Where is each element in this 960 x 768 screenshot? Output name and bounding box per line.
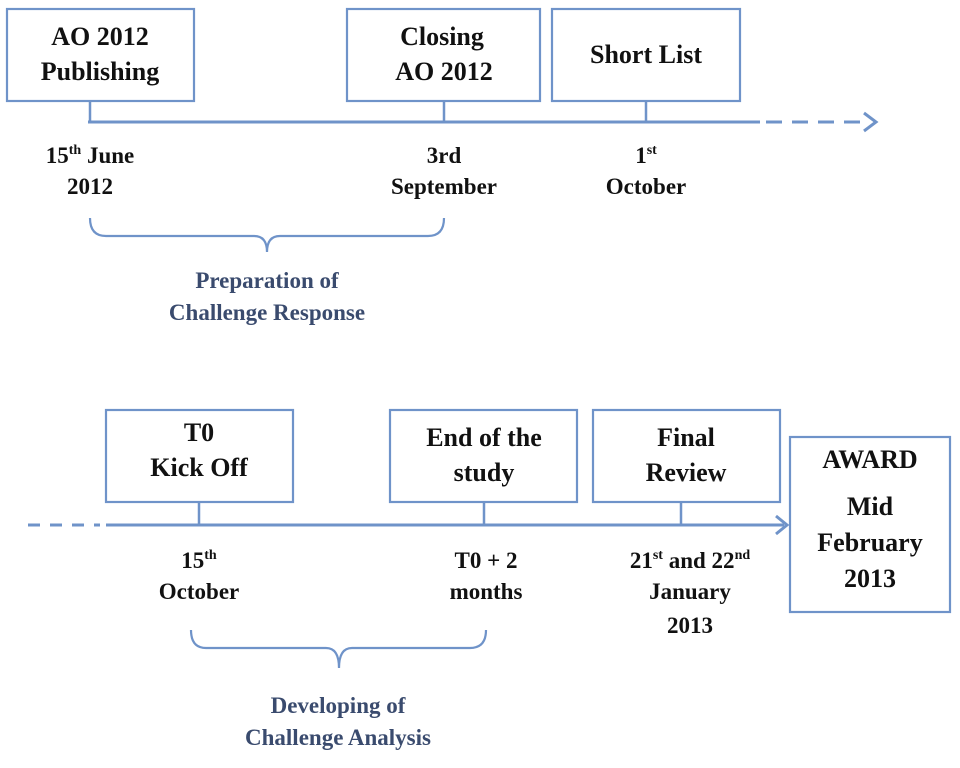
svg-text:2013: 2013	[844, 564, 896, 593]
phase-brace	[88, 217, 446, 253]
svg-text:Closing: Closing	[400, 22, 484, 51]
svg-text:study: study	[454, 458, 515, 487]
date-label: 1st	[635, 143, 657, 168]
milestone-final-review: Final Review	[591, 408, 782, 504]
phase-brace	[189, 629, 488, 669]
svg-text:T0: T0	[184, 418, 214, 447]
svg-text:2013: 2013	[667, 613, 713, 638]
svg-text:Short List: Short List	[590, 40, 702, 69]
svg-text:months: months	[450, 579, 523, 604]
svg-text:Preparation of: Preparation of	[195, 268, 339, 293]
date-label: 15th	[181, 548, 217, 573]
arrow-head-icon	[863, 111, 879, 133]
milestone-ao-publishing: AO 2012 Publishing	[5, 7, 196, 103]
milestone-end-of-study: End of the study	[388, 408, 579, 504]
milestone-kick-off: T0 Kick Off	[104, 408, 295, 504]
svg-text:AO 2012: AO 2012	[51, 22, 149, 51]
svg-text:Kick Off: Kick Off	[150, 453, 248, 482]
svg-text:January: January	[649, 579, 731, 604]
bottom-timeline: T0 Kick Off End of the study Final Revie…	[28, 408, 952, 750]
svg-text:T0 + 2: T0 + 2	[455, 548, 518, 573]
milestone-closing-ao: Closing AO 2012	[345, 7, 542, 103]
svg-text:3rd: 3rd	[427, 143, 462, 168]
svg-text:Developing of: Developing of	[271, 693, 406, 718]
date-label: 15th June	[46, 143, 135, 168]
svg-text:Challenge Response: Challenge Response	[169, 300, 365, 325]
svg-text:2012: 2012	[67, 174, 113, 199]
timeline-diagram: AO 2012 Publishing Closing AO 2012 Short…	[5, 7, 952, 750]
date-label: 21st and 22nd	[630, 548, 751, 573]
svg-text:February: February	[817, 528, 922, 557]
milestone-award: AWARD Mid February 2013	[788, 435, 952, 614]
svg-text:September: September	[391, 174, 497, 199]
svg-text:Publishing: Publishing	[41, 57, 160, 86]
milestone-short-list: Short List	[550, 7, 742, 103]
svg-text:Review: Review	[646, 458, 727, 487]
svg-text:End of the: End of the	[426, 423, 542, 452]
svg-text:Final: Final	[657, 423, 715, 452]
svg-text:Challenge Analysis: Challenge Analysis	[245, 725, 431, 750]
svg-text:October: October	[606, 174, 686, 199]
top-timeline: AO 2012 Publishing Closing AO 2012 Short…	[5, 7, 879, 325]
svg-text:Mid: Mid	[847, 492, 894, 521]
svg-text:AWARD: AWARD	[822, 445, 917, 474]
svg-text:October: October	[159, 579, 239, 604]
svg-text:AO 2012: AO 2012	[395, 57, 493, 86]
